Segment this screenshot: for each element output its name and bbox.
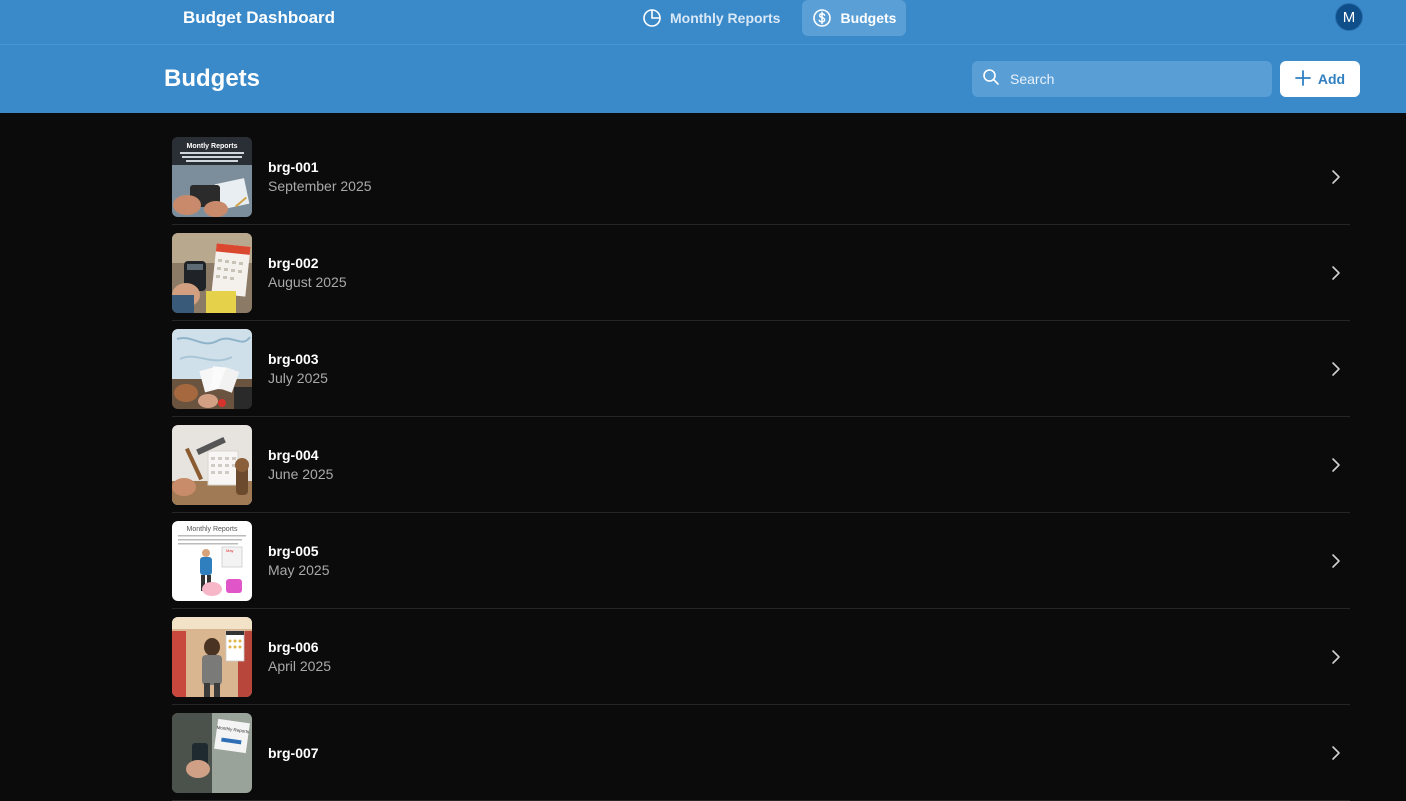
chevron-right-icon xyxy=(1332,650,1340,664)
monthly-reports-piggybank-thumbnail: Monthly Reports May xyxy=(172,520,252,601)
chevron-right-icon xyxy=(1332,266,1340,280)
top-navigation-bar: Budget Dashboard Monthly Reports Budgets xyxy=(0,0,1406,45)
svg-text:May: May xyxy=(226,548,234,553)
monthly-reports-phone-thumbnail: Monthly Reports xyxy=(172,712,252,793)
shopper-calendar-thumbnail xyxy=(172,616,252,697)
page-title: Budgets xyxy=(164,65,260,92)
budget-date: April 2025 xyxy=(268,657,332,674)
chevron-right-icon xyxy=(1332,746,1340,760)
search-box[interactable] xyxy=(972,61,1272,97)
hammer-calendar-thumbnail xyxy=(172,424,252,505)
user-avatar[interactable]: M xyxy=(1335,3,1363,31)
budget-id: brg-005 xyxy=(268,542,319,559)
add-button-label: Add xyxy=(1317,71,1346,87)
budget-id: brg-002 xyxy=(268,254,319,271)
nav-item-budgets[interactable]: Budgets xyxy=(802,0,907,36)
list-item[interactable]: Monthly Reports brg-007 xyxy=(172,705,1350,801)
budget-date: August 2025 xyxy=(268,273,347,290)
budget-id: brg-001 xyxy=(268,158,319,175)
chevron-right-icon xyxy=(1332,458,1340,472)
nav-item-label: Budgets xyxy=(840,10,897,26)
search-icon xyxy=(982,68,1000,91)
budget-date: September 2025 xyxy=(268,177,372,194)
page-header: Budgets Add xyxy=(0,45,1406,113)
list-item[interactable]: brg-004 June 2025 xyxy=(172,417,1350,513)
thumbnail-heading: Monthly Reports xyxy=(187,526,238,533)
budget-date: July 2025 xyxy=(268,369,328,386)
nav-item-label: Monthly Reports xyxy=(670,10,781,26)
list-item[interactable]: Monthly Reports May brg-005 May 2025 xyxy=(172,513,1350,609)
monthly-reports-wallet-thumbnail: Montly Reports xyxy=(172,136,252,217)
list-item[interactable]: brg-002 August 2025 xyxy=(172,225,1350,321)
add-button[interactable]: Add xyxy=(1280,61,1360,97)
budget-id: brg-006 xyxy=(268,638,319,655)
budget-date: June 2025 xyxy=(268,465,334,482)
budget-id: brg-007 xyxy=(268,744,319,761)
budget-list: Montly Reports brg-001 September 2025 br… xyxy=(172,129,1350,801)
plus-icon xyxy=(1294,69,1318,89)
list-item[interactable]: Montly Reports brg-001 September 2025 xyxy=(172,129,1350,225)
chevron-right-icon xyxy=(1332,170,1340,184)
map-receipts-thumbnail xyxy=(172,328,252,409)
nav-item-monthly-reports[interactable]: Monthly Reports xyxy=(632,0,790,36)
main-nav: Monthly Reports Budgets xyxy=(632,0,907,36)
budget-id: brg-004 xyxy=(268,446,319,463)
list-item[interactable]: brg-003 July 2025 xyxy=(172,321,1350,417)
chevron-right-icon xyxy=(1332,554,1340,568)
thumbnail-heading: Montly Reports xyxy=(187,143,238,150)
app-title[interactable]: Budget Dashboard xyxy=(183,8,335,28)
budget-id: brg-003 xyxy=(268,350,319,367)
pie-chart-icon xyxy=(642,8,662,28)
calculator-calendar-thumbnail xyxy=(172,232,252,313)
chevron-right-icon xyxy=(1332,362,1340,376)
list-item[interactable]: brg-006 April 2025 xyxy=(172,609,1350,705)
dollar-circle-icon xyxy=(812,8,832,28)
budget-date: May 2025 xyxy=(268,561,330,578)
search-input[interactable] xyxy=(1008,70,1258,88)
